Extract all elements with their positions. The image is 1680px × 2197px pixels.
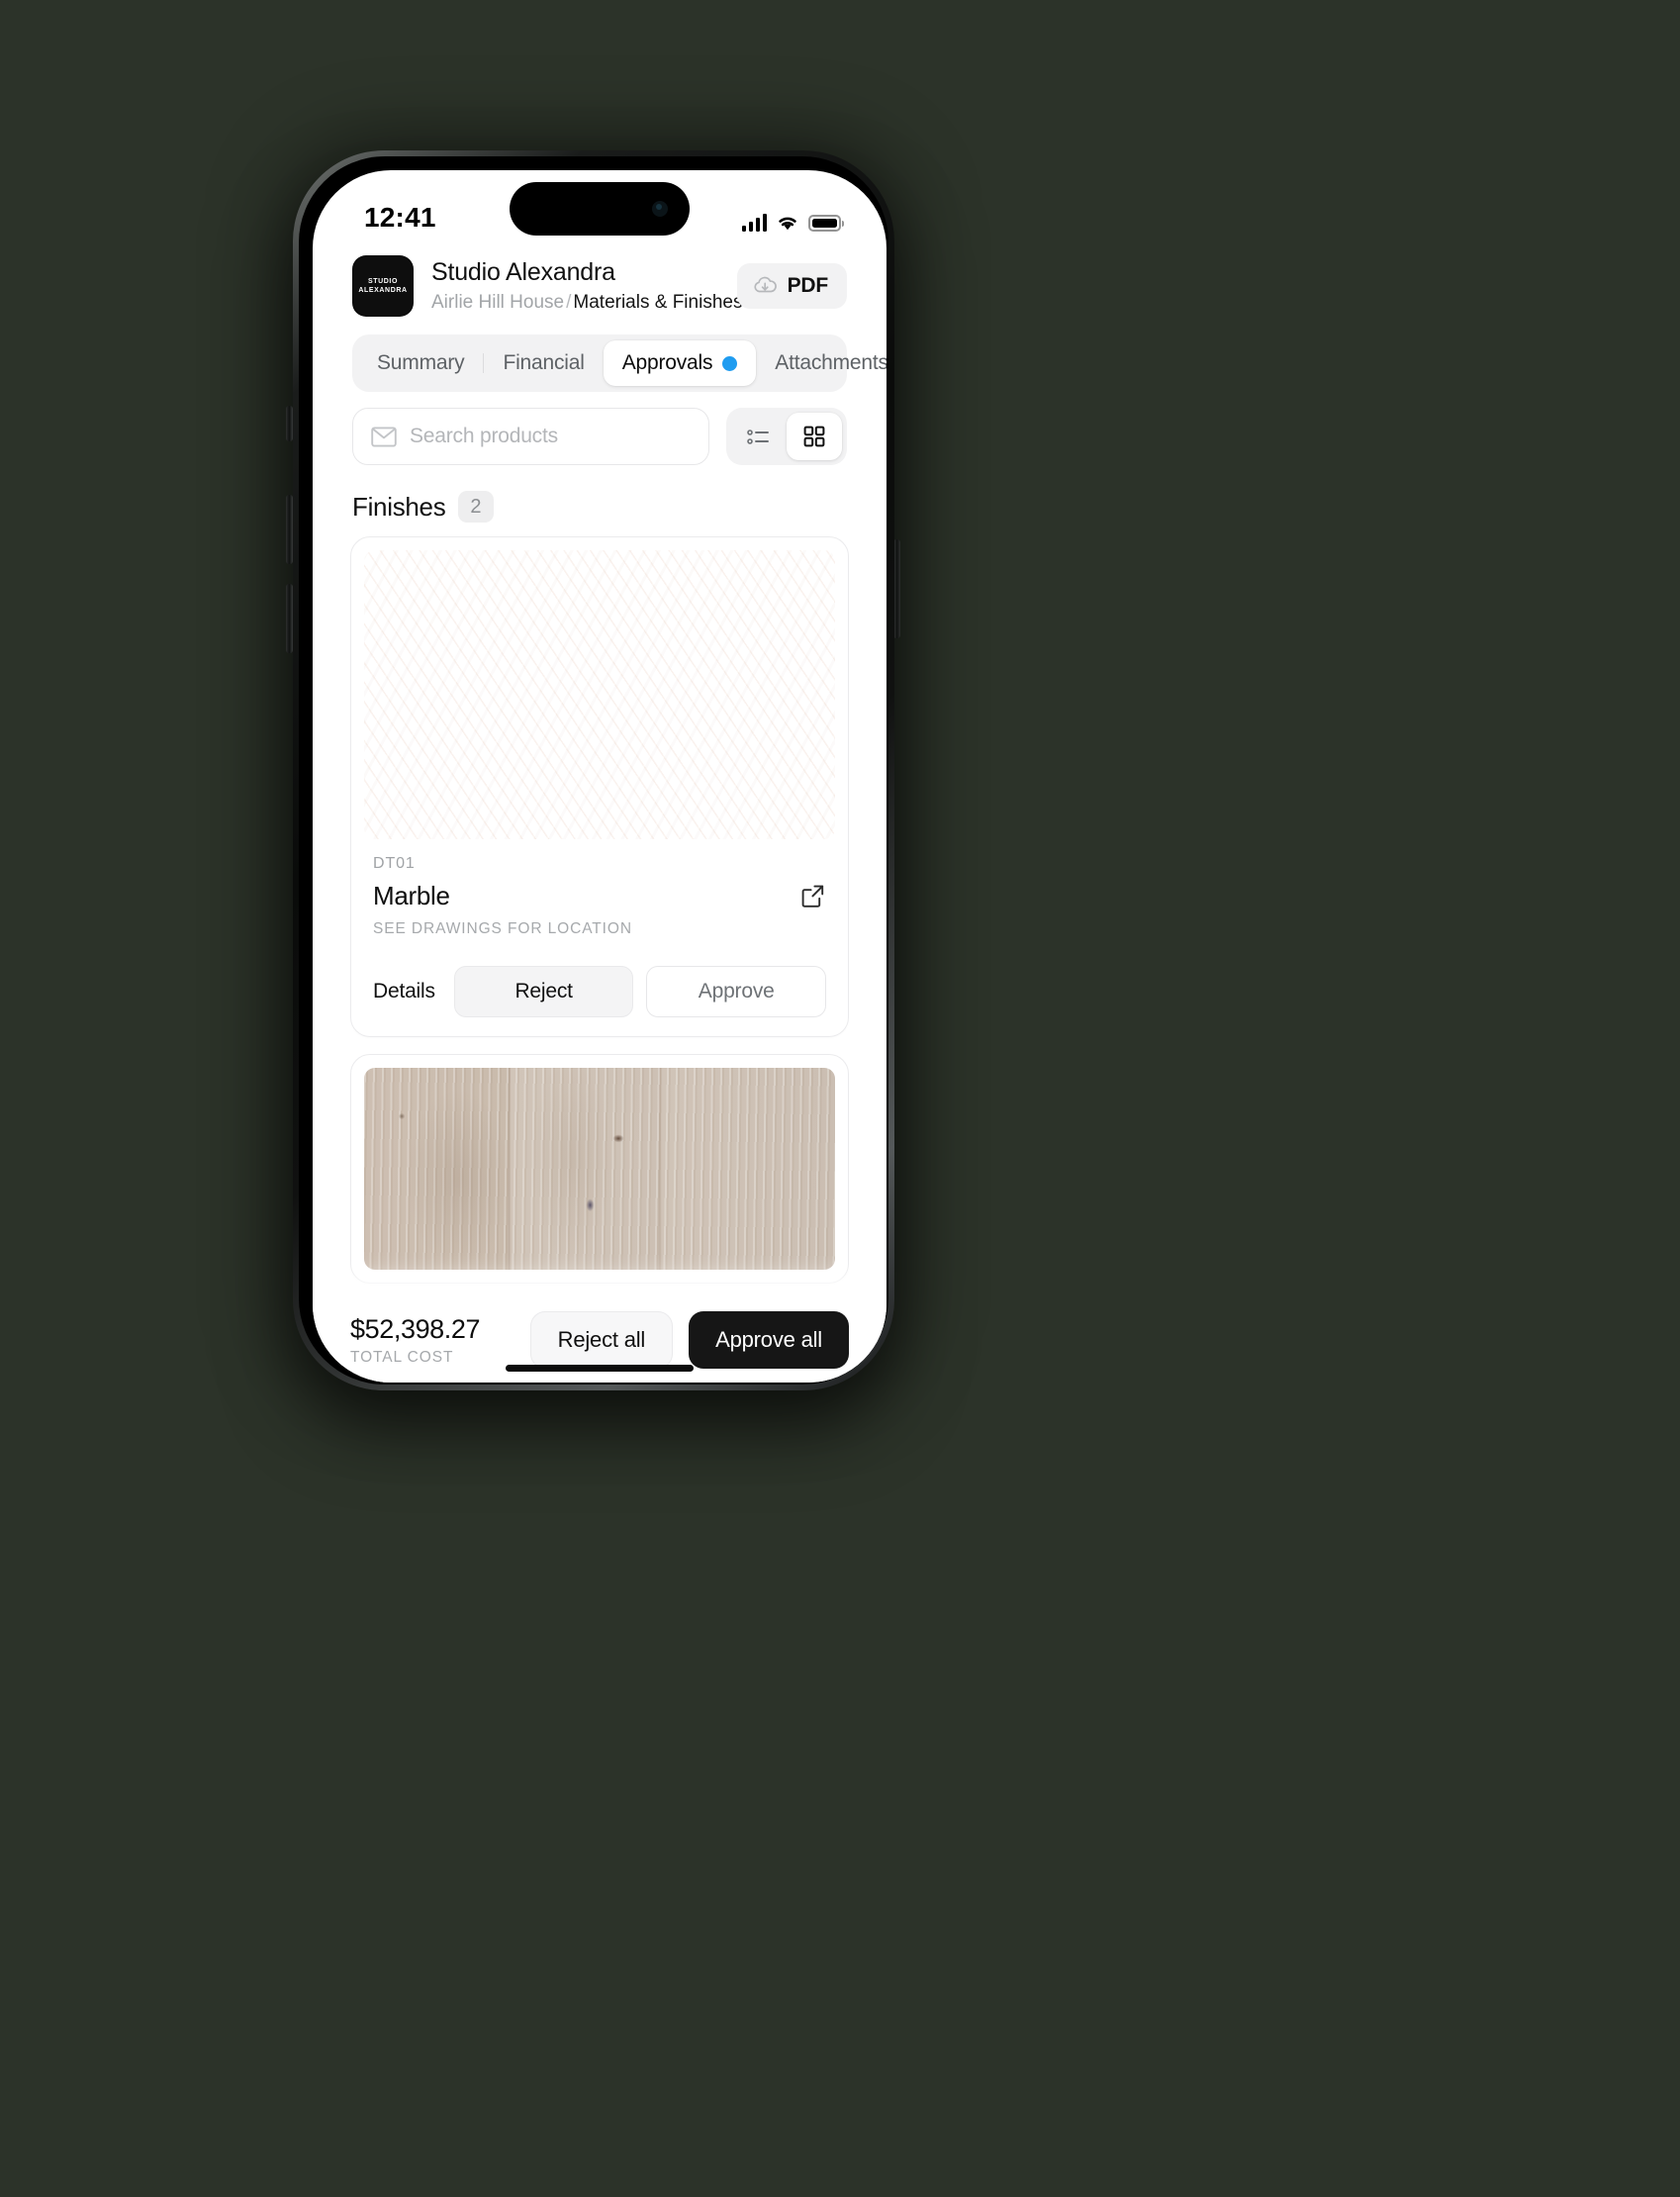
tab-financial-label: Financial (503, 351, 585, 374)
grid-view-button[interactable] (787, 413, 842, 460)
tab-approvals[interactable]: Approvals (603, 340, 757, 386)
section-count-badge: 2 (458, 491, 494, 523)
home-indicator[interactable] (506, 1365, 694, 1372)
product-card[interactable] (350, 1054, 849, 1284)
cellular-signal-icon (741, 214, 767, 232)
tab-summary-label: Summary (377, 351, 465, 374)
product-location-note: SEE DRAWINGS FOR LOCATION (373, 920, 632, 937)
pdf-button-label: PDF (787, 274, 829, 297)
page-title: Studio Alexandra (431, 258, 615, 287)
total-cost-amount: $52,398.27 (350, 1313, 481, 1344)
breadcrumb: Airlie Hill House / Materials & Finishes (431, 291, 742, 315)
external-link-icon[interactable] (799, 883, 826, 909)
front-camera-icon (652, 201, 668, 217)
product-card[interactable]: DT01 Marble SEE DRAWINGS FOR LOCATION De… (350, 536, 849, 1037)
export-pdf-button[interactable]: PDF (736, 263, 847, 309)
section-header: Finishes 2 (352, 491, 847, 523)
grid-view-icon (803, 426, 825, 447)
product-image[interactable] (364, 550, 835, 839)
logo-line-2: ALEXANDRA (358, 287, 408, 294)
wood-swatch-texture (364, 1068, 835, 1270)
product-title-row: Marble (373, 881, 826, 911)
search-field[interactable] (352, 408, 709, 465)
marble-swatch-texture (364, 550, 835, 839)
tab-financial[interactable]: Financial (484, 340, 603, 386)
search-icon (371, 426, 397, 447)
approvals-status-dot (722, 355, 738, 371)
list-view-button[interactable] (731, 413, 787, 460)
breadcrumb-parent[interactable]: Airlie Hill House (431, 292, 564, 313)
tab-approvals-label: Approvals (621, 351, 713, 374)
app-content-scroll[interactable]: STUDIO ALEXANDRA Studio Alexandra Airlie… (313, 241, 887, 1383)
app-header: STUDIO ALEXANDRA Studio Alexandra Airlie… (313, 241, 887, 327)
details-button[interactable]: Details (373, 980, 441, 1003)
view-toggle-group (726, 408, 847, 465)
status-bar: 12:41 (313, 170, 887, 241)
product-actions: Details Reject Approve (364, 966, 835, 1023)
status-icons (741, 214, 841, 232)
header-text-block: Studio Alexandra Airlie Hill House / Mater… (431, 257, 742, 315)
search-row (352, 408, 847, 465)
silence-switch[interactable] (286, 406, 293, 441)
approve-all-button[interactable]: Approve all (689, 1311, 849, 1369)
total-cost-block: $52,398.27 TOTAL COST (350, 1314, 514, 1367)
power-button[interactable] (893, 539, 900, 638)
section-title: Finishes (352, 491, 446, 522)
product-image[interactable] (364, 1068, 835, 1270)
list-view-icon (747, 429, 769, 444)
tab-bar: Summary Financial Approvals Attachments (352, 334, 887, 392)
status-time: 12:41 (364, 202, 436, 233)
product-name: Marble (373, 881, 450, 910)
breadcrumb-separator: / (566, 291, 572, 313)
screenshot-stage: 12:41 STUDIO ALEXANDRA Studio Alexandra … (0, 0, 1680, 2197)
approve-button[interactable]: Approve (646, 966, 827, 1017)
volume-up-button[interactable] (286, 495, 293, 564)
breadcrumb-current: Materials & Finishes (573, 291, 743, 313)
phone-screen: 12:41 STUDIO ALEXANDRA Studio Alexandra … (313, 170, 887, 1383)
phone-bezel: 12:41 STUDIO ALEXANDRA Studio Alexandra … (299, 156, 888, 1385)
cloud-download-icon (754, 276, 777, 293)
product-info: DT01 Marble SEE DRAWINGS FOR LOCATION (364, 839, 835, 942)
dynamic-island (510, 182, 690, 236)
product-code: DT01 (373, 855, 416, 872)
tab-summary[interactable]: Summary (358, 340, 483, 386)
studio-logo: STUDIO ALEXANDRA (352, 255, 414, 317)
total-cost-label: TOTAL COST (350, 1348, 454, 1366)
reject-button[interactable]: Reject (453, 966, 634, 1017)
battery-icon (808, 215, 841, 232)
logo-line-1: STUDIO (367, 277, 399, 285)
reject-all-button[interactable]: Reject all (529, 1311, 674, 1369)
wifi-icon (779, 217, 796, 231)
tab-attachments[interactable]: Attachments (756, 340, 887, 386)
search-input[interactable] (410, 425, 691, 448)
phone-frame: 12:41 STUDIO ALEXANDRA Studio Alexandra … (293, 150, 894, 1390)
product-card-list: DT01 Marble SEE DRAWINGS FOR LOCATION De… (350, 536, 849, 1284)
volume-down-button[interactable] (286, 584, 293, 653)
tab-attachments-label: Attachments (775, 351, 887, 374)
